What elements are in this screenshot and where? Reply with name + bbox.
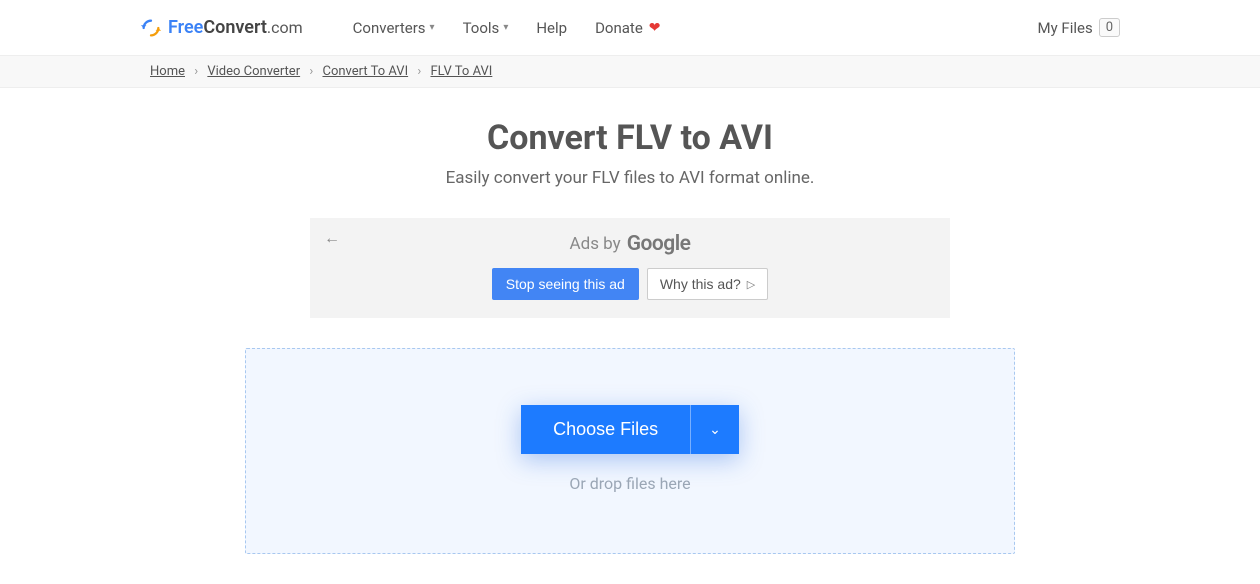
nav-help-label: Help [536, 19, 567, 37]
why-this-ad-label: Why this ad? [660, 276, 741, 292]
breadcrumb-convert-to-avi[interactable]: Convert To AVI [322, 64, 408, 79]
drop-files-text: Or drop files here [266, 474, 994, 493]
nav-help[interactable]: Help [536, 19, 567, 37]
google-logo-text: Google [627, 232, 691, 256]
breadcrumb-flv-to-avi[interactable]: FLV To AVI [430, 64, 492, 79]
play-icon: ▷ [747, 278, 755, 291]
choose-files-button[interactable]: Choose Files [521, 405, 690, 454]
logo-text-convert: Convert [203, 17, 267, 38]
choose-files-group: Choose Files ⌄ [521, 405, 739, 454]
page-subtitle: Easily convert your FLV files to AVI for… [150, 168, 1110, 188]
file-dropzone[interactable]: Choose Files ⌄ Or drop files here [245, 348, 1015, 554]
nav-converters-label: Converters [353, 19, 426, 37]
nav-donate-label: Donate [595, 19, 643, 37]
logo[interactable]: FreeConvert.com [140, 17, 303, 39]
refresh-icon [140, 17, 162, 39]
stop-seeing-ad-button[interactable]: Stop seeing this ad [492, 268, 639, 300]
main-nav: Converters ▾ Tools ▾ Help Donate ❤ [353, 19, 661, 37]
site-header: FreeConvert.com Converters ▾ Tools ▾ Hel… [0, 0, 1260, 56]
my-files-label: My Files [1037, 19, 1092, 37]
breadcrumb-bar: Home › Video Converter › Convert To AVI … [0, 56, 1260, 88]
chevron-down-icon: ⌄ [709, 421, 721, 438]
logo-text-dotcom: .com [267, 18, 303, 37]
breadcrumb-separator: › [417, 64, 421, 79]
arrow-left-icon[interactable]: ← [324, 228, 340, 248]
nav-converters[interactable]: Converters ▾ [353, 19, 435, 37]
ads-by-label: Ads by Google [328, 232, 932, 256]
my-files-count: 0 [1099, 18, 1120, 37]
ads-by-text: Ads by [570, 234, 621, 254]
chevron-down-icon: ▾ [503, 22, 508, 33]
heart-icon: ❤ [649, 20, 661, 36]
breadcrumb-separator: › [194, 64, 198, 79]
main-content: Convert FLV to AVI Easily convert your F… [130, 88, 1130, 584]
page-title: Convert FLV to AVI [150, 118, 1110, 158]
logo-text-free: Free [168, 17, 203, 38]
breadcrumb-separator: › [309, 64, 313, 79]
breadcrumb: Home › Video Converter › Convert To AVI … [130, 64, 1130, 79]
ad-container: ← Ads by Google Stop seeing this ad Why … [310, 218, 950, 318]
breadcrumb-video-converter[interactable]: Video Converter [207, 64, 300, 79]
nav-tools-label: Tools [463, 19, 500, 37]
why-this-ad-button[interactable]: Why this ad? ▷ [647, 268, 768, 300]
breadcrumb-home[interactable]: Home [150, 64, 185, 79]
choose-files-dropdown[interactable]: ⌄ [690, 405, 739, 454]
nav-tools[interactable]: Tools ▾ [463, 19, 509, 37]
chevron-down-icon: ▾ [430, 22, 435, 33]
my-files-link[interactable]: My Files 0 [1037, 18, 1120, 37]
nav-donate[interactable]: Donate ❤ [595, 19, 660, 37]
